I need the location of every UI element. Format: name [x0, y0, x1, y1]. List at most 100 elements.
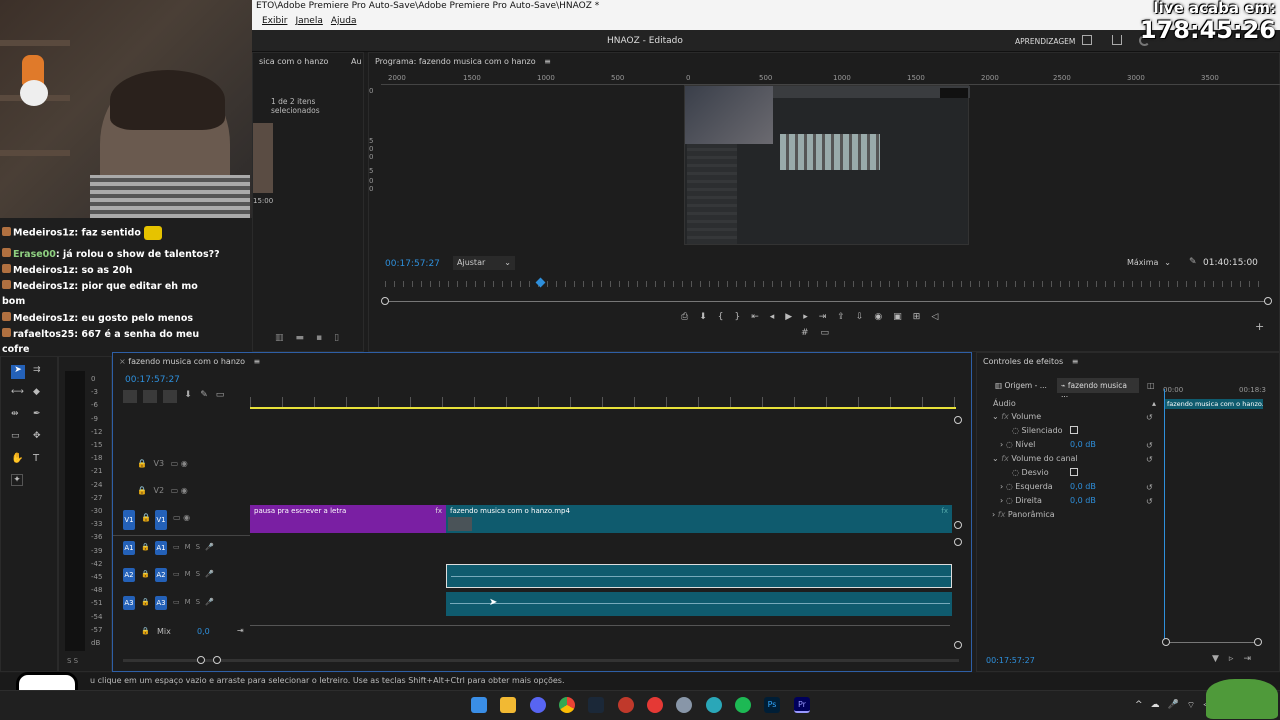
photoshop-icon[interactable]: Ps: [764, 697, 780, 713]
menu-ajuda[interactable]: Ajuda: [331, 16, 357, 28]
sequence-tab[interactable]: ⌁ fazendo musica ...: [1057, 378, 1139, 399]
camera-icon[interactable]: ◉: [874, 312, 882, 322]
selection-tool-icon[interactable]: ➤: [11, 365, 25, 379]
export-frame-icon[interactable]: ⎙: [681, 312, 688, 322]
effect-controls-tab[interactable]: Controles de efeitos ≡: [977, 353, 1279, 371]
app-red-icon[interactable]: [618, 697, 634, 713]
nest-icon[interactable]: [123, 390, 137, 403]
extract-icon[interactable]: ⇩: [856, 312, 864, 322]
mark-in-icon[interactable]: {: [718, 312, 724, 322]
fx-zoom-handle-left[interactable]: [1162, 638, 1170, 646]
clip-thumbnail[interactable]: [253, 123, 273, 193]
meter-solo[interactable]: S S: [67, 657, 78, 665]
lock-icon[interactable]: 🔒: [141, 543, 150, 551]
track-a1-controls[interactable]: ▭MS🎤: [173, 543, 219, 551]
wrench-icon[interactable]: ✎: [1189, 257, 1197, 267]
list-view-icon[interactable]: ▥: [275, 333, 284, 343]
lock-icon[interactable]: 🔒: [141, 598, 150, 606]
opera-icon[interactable]: [647, 697, 663, 713]
share-icon[interactable]: [1112, 35, 1122, 45]
lock-icon[interactable]: 🔒: [141, 570, 150, 578]
comparison-icon[interactable]: ▣: [893, 312, 902, 322]
collapse-icon[interactable]: ▴: [1152, 399, 1156, 408]
file-explorer-icon[interactable]: [500, 697, 516, 713]
toggle-timeline-icon[interactable]: ◫: [1147, 381, 1155, 390]
new-item-icon[interactable]: ▪: [316, 333, 322, 343]
settings-wrench-icon[interactable]: ✎: [199, 390, 209, 400]
export-icon[interactable]: ⇥: [1243, 654, 1251, 664]
clip-audio-a3[interactable]: [446, 592, 952, 616]
a-scroll-handle-bottom[interactable]: [954, 641, 962, 649]
program-tab[interactable]: Programa: fazendo musica com o hanzo ≡: [369, 53, 1279, 71]
source-patch-a3[interactable]: A3: [123, 596, 135, 610]
discord-icon[interactable]: [530, 697, 546, 713]
quality-dropdown[interactable]: Máxima ⌄: [1123, 256, 1175, 270]
step-back-icon[interactable]: ◂: [770, 312, 775, 322]
windows-start-icon[interactable]: [471, 697, 487, 713]
pen-icon[interactable]: ✒: [33, 409, 41, 419]
fit-dropdown[interactable]: Ajustar ⌄: [453, 256, 515, 270]
trash-icon[interactable]: ▯: [334, 333, 339, 343]
spotify-icon[interactable]: [735, 697, 751, 713]
zoom-handle-right[interactable]: [1264, 297, 1272, 305]
track-a3-controls[interactable]: ▭MS🎤: [173, 598, 219, 606]
fx-playhead[interactable]: [1164, 389, 1165, 639]
mix-end-icon[interactable]: ⇥: [237, 626, 244, 635]
add-button-icon[interactable]: +: [1255, 320, 1264, 333]
clip-purple[interactable]: pausa pra escrever a letra fx: [250, 505, 446, 533]
track-target-a3[interactable]: A3: [155, 596, 167, 610]
fx-zoom-handle-right[interactable]: [1254, 638, 1262, 646]
lock-icon[interactable]: 🔒: [141, 627, 150, 635]
origin-tab[interactable]: ▥ Origem - ...: [991, 379, 1059, 393]
premiere-icon[interactable]: Pr: [794, 697, 810, 713]
nivel-value[interactable]: 0,0 dB: [1070, 440, 1096, 449]
timeline-timecode[interactable]: 00:17:57:27: [125, 375, 180, 385]
fx-row-volume-canal[interactable]: ⌄ fx Volume do canal: [992, 454, 1078, 463]
workspace-button[interactable]: APRENDIZAGEM: [1015, 37, 1075, 46]
source-patch-v1[interactable]: V1: [123, 510, 135, 530]
lock-icon[interactable]: 🔒: [141, 513, 151, 522]
ripple-edit-icon[interactable]: ⟷: [11, 387, 24, 397]
fx-row-panoramica[interactable]: › fx Panorâmica: [992, 510, 1055, 519]
track-select-icon[interactable]: ⇉: [33, 365, 41, 375]
program-timecode[interactable]: 00:17:57:27: [385, 259, 440, 269]
fx-row-esquerda[interactable]: › ◌ Esquerda: [1000, 482, 1053, 491]
h-scroll-handle-right[interactable]: [213, 656, 221, 664]
reset-icon[interactable]: ↺: [1146, 453, 1153, 467]
mix-value[interactable]: 0,0: [197, 627, 210, 636]
fx-row-nivel[interactable]: › ◌ Nível: [1000, 440, 1035, 449]
rectangle-icon[interactable]: ▭: [11, 431, 20, 441]
marker-add-icon[interactable]: ⬇: [183, 390, 193, 400]
tray-expand-icon[interactable]: ^: [1135, 700, 1143, 711]
razor-icon[interactable]: ◆: [33, 387, 40, 397]
project-tab[interactable]: sica com o hanzo Au: [253, 53, 363, 71]
timeline-tab[interactable]: × fazendo musica com o hanzo ≡: [113, 353, 971, 371]
menu-janela[interactable]: Janela: [295, 16, 322, 28]
safe-margins-icon[interactable]: ▭: [821, 328, 830, 338]
filter-icon[interactable]: ▼: [1212, 654, 1219, 664]
reset-icon[interactable]: ↺: [1146, 481, 1153, 495]
reset-icon[interactable]: ↺: [1146, 495, 1153, 509]
grid-icon[interactable]: #: [801, 328, 809, 338]
desvio-checkbox[interactable]: [1070, 468, 1078, 476]
vr-icon[interactable]: ⊞: [913, 312, 921, 322]
track-target-a1[interactable]: A1: [155, 541, 167, 555]
marker-icon[interactable]: ⬇: [699, 312, 707, 322]
settings-gear-icon[interactable]: [676, 697, 692, 713]
wifi-icon[interactable]: ⌔: [1187, 700, 1195, 711]
snap-icon[interactable]: [143, 390, 157, 403]
h-scroll-handle-left[interactable]: [197, 656, 205, 664]
play-icon[interactable]: ▶: [785, 312, 792, 322]
source-patch-a2[interactable]: A2: [123, 568, 135, 582]
generate-icon[interactable]: ✦: [11, 474, 23, 486]
fx-clip-bar[interactable]: fazendo musica com o hanzo.mp4: [1165, 399, 1263, 409]
menu-exibir[interactable]: Exibir: [262, 16, 287, 28]
clip-video[interactable]: fazendo musica com o hanzo.mp4 fx: [446, 505, 952, 533]
zoom-handle-left[interactable]: [381, 297, 389, 305]
go-to-in-icon[interactable]: ⇤: [751, 312, 759, 322]
mic-icon[interactable]: 🎤: [1168, 700, 1179, 711]
track-a2-controls[interactable]: ▭MS🎤: [173, 570, 219, 578]
slip-icon[interactable]: ⇹: [11, 409, 19, 419]
h-scrollbar[interactable]: [123, 659, 959, 662]
fx-row-direita[interactable]: › ◌ Direita: [1000, 496, 1042, 505]
